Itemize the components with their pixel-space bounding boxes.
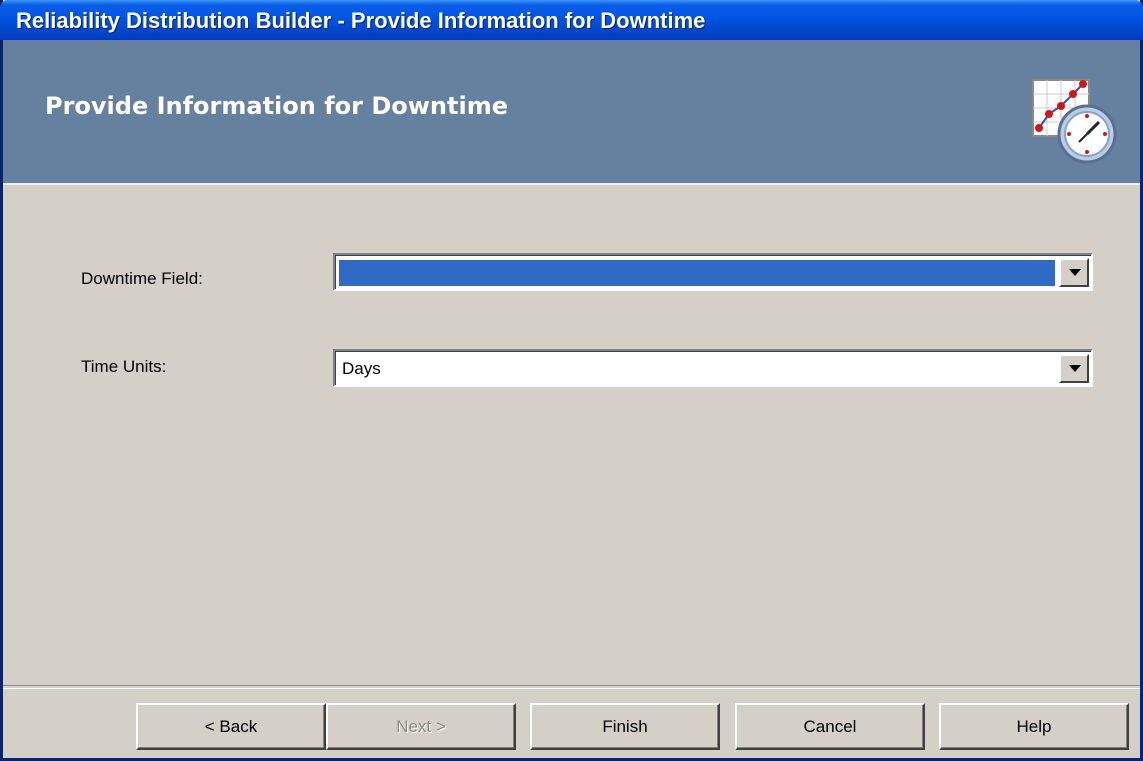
chart-clock-icon: [1029, 76, 1119, 166]
wizard-dialog: Reliability Distribution Builder - Provi…: [0, 0, 1143, 761]
time-units-dropdown-button[interactable]: [1059, 354, 1089, 383]
title-bar[interactable]: Reliability Distribution Builder - Provi…: [0, 0, 1143, 40]
downtime-field-dropdown-button[interactable]: [1059, 258, 1089, 287]
cancel-button[interactable]: Cancel: [735, 703, 925, 750]
finish-button[interactable]: Finish: [530, 703, 720, 750]
help-button[interactable]: Help: [939, 703, 1129, 750]
back-button[interactable]: < Back: [136, 703, 326, 750]
chevron-down-icon: [1069, 365, 1081, 372]
time-units-label: Time Units:: [81, 357, 167, 376]
page-title: Provide Information for Downtime: [45, 92, 508, 120]
window-title: Reliability Distribution Builder - Provi…: [16, 8, 706, 33]
downtime-field-label: Downtime Field:: [81, 269, 203, 288]
time-units-combobox[interactable]: Days: [333, 349, 1093, 387]
footer-divider: [3, 685, 1140, 689]
time-units-value: Days: [342, 359, 381, 378]
chevron-down-icon: [1069, 269, 1081, 276]
downtime-field-value: [339, 260, 1055, 286]
downtime-field-combobox[interactable]: [333, 253, 1093, 291]
next-button[interactable]: Next >: [326, 703, 516, 750]
wizard-content: Downtime Field: Time Units: Days: [3, 185, 1140, 685]
wizard-header: Provide Information for Downtime: [3, 40, 1140, 185]
